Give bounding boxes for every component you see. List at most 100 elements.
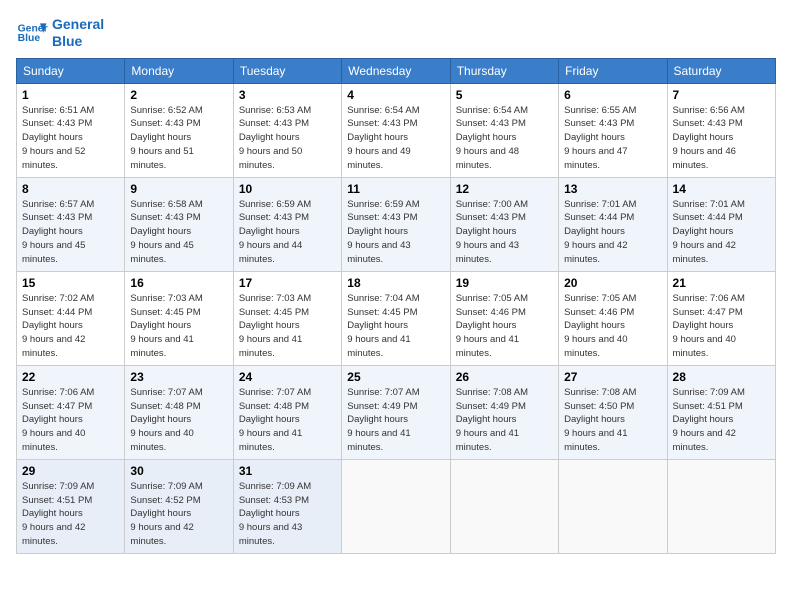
day-details: Sunrise: 6:59 AMSunset: 4:43 PMDaylight …: [239, 199, 311, 265]
logo: General Blue General Blue: [16, 16, 104, 50]
day-details: Sunrise: 7:08 AMSunset: 4:50 PMDaylight …: [564, 387, 636, 453]
day-number: 25: [347, 370, 444, 384]
day-cell-9: 9 Sunrise: 6:58 AMSunset: 4:43 PMDayligh…: [125, 177, 233, 271]
day-number: 4: [347, 88, 444, 102]
day-number: 23: [130, 370, 227, 384]
svg-text:Blue: Blue: [18, 33, 41, 44]
day-cell-23: 23 Sunrise: 7:07 AMSunset: 4:48 PMDaylig…: [125, 365, 233, 459]
day-details: Sunrise: 7:09 AMSunset: 4:52 PMDaylight …: [130, 481, 202, 547]
day-cell-8: 8 Sunrise: 6:57 AMSunset: 4:43 PMDayligh…: [17, 177, 125, 271]
day-details: Sunrise: 6:55 AMSunset: 4:43 PMDaylight …: [564, 105, 636, 171]
day-details: Sunrise: 7:05 AMSunset: 4:46 PMDaylight …: [456, 293, 528, 359]
day-number: 19: [456, 276, 553, 290]
day-cell-22: 22 Sunrise: 7:06 AMSunset: 4:47 PMDaylig…: [17, 365, 125, 459]
weekday-header-row: SundayMondayTuesdayWednesdayThursdayFrid…: [17, 58, 776, 83]
day-number: 24: [239, 370, 336, 384]
day-details: Sunrise: 7:00 AMSunset: 4:43 PMDaylight …: [456, 199, 528, 265]
logo-blue: Blue: [52, 33, 104, 50]
day-cell-18: 18 Sunrise: 7:04 AMSunset: 4:45 PMDaylig…: [342, 271, 450, 365]
calendar: SundayMondayTuesdayWednesdayThursdayFrid…: [16, 58, 776, 554]
day-cell-2: 2 Sunrise: 6:52 AMSunset: 4:43 PMDayligh…: [125, 83, 233, 177]
day-details: Sunrise: 7:07 AMSunset: 4:48 PMDaylight …: [130, 387, 202, 453]
empty-cell: [342, 459, 450, 553]
weekday-header-monday: Monday: [125, 58, 233, 83]
day-cell-7: 7 Sunrise: 6:56 AMSunset: 4:43 PMDayligh…: [667, 83, 775, 177]
day-number: 8: [22, 182, 119, 196]
day-details: Sunrise: 7:03 AMSunset: 4:45 PMDaylight …: [130, 293, 202, 359]
day-details: Sunrise: 6:53 AMSunset: 4:43 PMDaylight …: [239, 105, 311, 171]
day-number: 31: [239, 464, 336, 478]
day-number: 17: [239, 276, 336, 290]
day-cell-6: 6 Sunrise: 6:55 AMSunset: 4:43 PMDayligh…: [559, 83, 667, 177]
day-cell-20: 20 Sunrise: 7:05 AMSunset: 4:46 PMDaylig…: [559, 271, 667, 365]
weekday-header-friday: Friday: [559, 58, 667, 83]
weekday-header-wednesday: Wednesday: [342, 58, 450, 83]
logo-general: General: [52, 16, 104, 33]
day-details: Sunrise: 6:54 AMSunset: 4:43 PMDaylight …: [456, 105, 528, 171]
day-details: Sunrise: 6:54 AMSunset: 4:43 PMDaylight …: [347, 105, 419, 171]
day-number: 30: [130, 464, 227, 478]
day-number: 27: [564, 370, 661, 384]
day-cell-5: 5 Sunrise: 6:54 AMSunset: 4:43 PMDayligh…: [450, 83, 558, 177]
day-cell-26: 26 Sunrise: 7:08 AMSunset: 4:49 PMDaylig…: [450, 365, 558, 459]
day-number: 15: [22, 276, 119, 290]
day-details: Sunrise: 7:09 AMSunset: 4:53 PMDaylight …: [239, 481, 311, 547]
day-number: 22: [22, 370, 119, 384]
day-details: Sunrise: 7:04 AMSunset: 4:45 PMDaylight …: [347, 293, 419, 359]
day-details: Sunrise: 7:06 AMSunset: 4:47 PMDaylight …: [673, 293, 745, 359]
day-cell-21: 21 Sunrise: 7:06 AMSunset: 4:47 PMDaylig…: [667, 271, 775, 365]
day-details: Sunrise: 7:08 AMSunset: 4:49 PMDaylight …: [456, 387, 528, 453]
day-number: 26: [456, 370, 553, 384]
day-details: Sunrise: 7:05 AMSunset: 4:46 PMDaylight …: [564, 293, 636, 359]
day-cell-3: 3 Sunrise: 6:53 AMSunset: 4:43 PMDayligh…: [233, 83, 341, 177]
day-cell-11: 11 Sunrise: 6:59 AMSunset: 4:43 PMDaylig…: [342, 177, 450, 271]
day-number: 10: [239, 182, 336, 196]
day-number: 21: [673, 276, 770, 290]
day-number: 29: [22, 464, 119, 478]
day-cell-17: 17 Sunrise: 7:03 AMSunset: 4:45 PMDaylig…: [233, 271, 341, 365]
week-row-2: 8 Sunrise: 6:57 AMSunset: 4:43 PMDayligh…: [17, 177, 776, 271]
day-cell-15: 15 Sunrise: 7:02 AMSunset: 4:44 PMDaylig…: [17, 271, 125, 365]
day-number: 16: [130, 276, 227, 290]
empty-cell: [667, 459, 775, 553]
day-number: 9: [130, 182, 227, 196]
day-number: 13: [564, 182, 661, 196]
empty-cell: [450, 459, 558, 553]
week-row-5: 29 Sunrise: 7:09 AMSunset: 4:51 PMDaylig…: [17, 459, 776, 553]
day-number: 18: [347, 276, 444, 290]
weekday-header-sunday: Sunday: [17, 58, 125, 83]
day-cell-25: 25 Sunrise: 7:07 AMSunset: 4:49 PMDaylig…: [342, 365, 450, 459]
empty-cell: [559, 459, 667, 553]
day-cell-16: 16 Sunrise: 7:03 AMSunset: 4:45 PMDaylig…: [125, 271, 233, 365]
day-number: 6: [564, 88, 661, 102]
day-details: Sunrise: 7:01 AMSunset: 4:44 PMDaylight …: [564, 199, 636, 265]
day-cell-24: 24 Sunrise: 7:07 AMSunset: 4:48 PMDaylig…: [233, 365, 341, 459]
day-details: Sunrise: 6:52 AMSunset: 4:43 PMDaylight …: [130, 105, 202, 171]
weekday-header-tuesday: Tuesday: [233, 58, 341, 83]
day-details: Sunrise: 7:09 AMSunset: 4:51 PMDaylight …: [673, 387, 745, 453]
day-number: 1: [22, 88, 119, 102]
day-cell-14: 14 Sunrise: 7:01 AMSunset: 4:44 PMDaylig…: [667, 177, 775, 271]
day-cell-31: 31 Sunrise: 7:09 AMSunset: 4:53 PMDaylig…: [233, 459, 341, 553]
weekday-header-saturday: Saturday: [667, 58, 775, 83]
day-cell-29: 29 Sunrise: 7:09 AMSunset: 4:51 PMDaylig…: [17, 459, 125, 553]
header: General Blue General Blue: [16, 16, 776, 50]
day-number: 11: [347, 182, 444, 196]
day-number: 20: [564, 276, 661, 290]
day-cell-28: 28 Sunrise: 7:09 AMSunset: 4:51 PMDaylig…: [667, 365, 775, 459]
day-number: 12: [456, 182, 553, 196]
day-details: Sunrise: 7:03 AMSunset: 4:45 PMDaylight …: [239, 293, 311, 359]
day-details: Sunrise: 6:58 AMSunset: 4:43 PMDaylight …: [130, 199, 202, 265]
day-number: 14: [673, 182, 770, 196]
day-details: Sunrise: 6:59 AMSunset: 4:43 PMDaylight …: [347, 199, 419, 265]
day-number: 3: [239, 88, 336, 102]
day-cell-1: 1 Sunrise: 6:51 AMSunset: 4:43 PMDayligh…: [17, 83, 125, 177]
day-number: 28: [673, 370, 770, 384]
day-cell-30: 30 Sunrise: 7:09 AMSunset: 4:52 PMDaylig…: [125, 459, 233, 553]
day-number: 7: [673, 88, 770, 102]
day-details: Sunrise: 6:51 AMSunset: 4:43 PMDaylight …: [22, 105, 94, 171]
day-details: Sunrise: 6:57 AMSunset: 4:43 PMDaylight …: [22, 199, 94, 265]
day-details: Sunrise: 7:07 AMSunset: 4:49 PMDaylight …: [347, 387, 419, 453]
week-row-3: 15 Sunrise: 7:02 AMSunset: 4:44 PMDaylig…: [17, 271, 776, 365]
day-cell-27: 27 Sunrise: 7:08 AMSunset: 4:50 PMDaylig…: [559, 365, 667, 459]
